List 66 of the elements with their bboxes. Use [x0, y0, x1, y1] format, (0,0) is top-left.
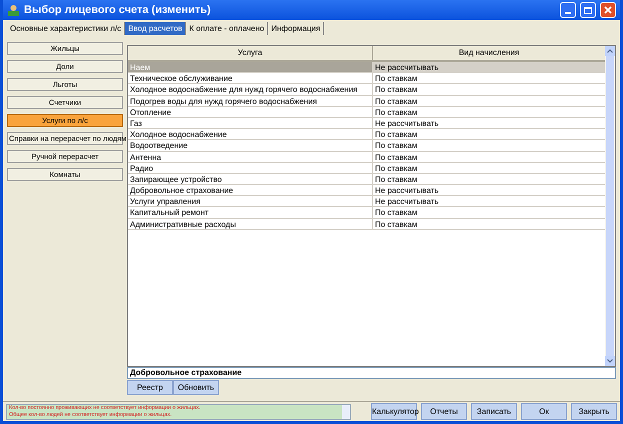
- table-cell-text: По ставкам: [374, 218, 418, 229]
- close-button[interactable]: [600, 2, 616, 18]
- table-cell: Антенна: [128, 152, 373, 162]
- tab[interactable]: К оплате - оплачено: [186, 22, 268, 35]
- maximize-button[interactable]: [580, 2, 596, 18]
- table-cell: Подогрев воды для нужд горячего водоснабжения: [128, 96, 373, 106]
- table-cell-text: По ставкам: [374, 174, 418, 184]
- table-cell-text: Не рассчитывать: [374, 62, 440, 72]
- table-cell: Капитальный ремонт: [128, 207, 373, 218]
- table-row[interactable]: Газ Не рассчитывать: [128, 118, 605, 130]
- scroll-up-icon[interactable]: [607, 49, 613, 53]
- table-cell-text: Не рассчитывать: [374, 118, 440, 128]
- table-row[interactable]: Отопление По ставкам: [128, 106, 605, 118]
- app-icon: [7, 4, 20, 16]
- window-title: Выбор лицевого счета (изменить): [24, 2, 212, 18]
- table-row[interactable]: Холодное водоснабжение По ставкам: [128, 129, 605, 140]
- detail-field[interactable]: Добровольное страхование: [127, 367, 616, 379]
- table-row[interactable]: Услуги управления Не рассчитывать: [128, 196, 605, 208]
- table-row[interactable]: Подогрев воды для нужд горячего водоснабжения По ставкам: [128, 96, 605, 107]
- table-row[interactable]: Холодное водоснабжение для нужд горячего водоснабжения По ставкам: [128, 84, 605, 96]
- table-cell: Наем: [128, 62, 373, 72]
- table-cell: Водоотведение: [128, 140, 373, 150]
- table-cell: Отопление: [128, 106, 373, 117]
- panel-button[interactable]: Обновить: [173, 380, 219, 395]
- table-row[interactable]: Запирающее устройство По ставкам: [128, 174, 605, 186]
- close-icon: [604, 6, 612, 14]
- table-row[interactable]: Добровольное страхование Не рассчитывать: [128, 185, 605, 196]
- table-row[interactable]: Радио По ставкам: [128, 162, 605, 174]
- table-cell: Холодное водоснабжение: [128, 129, 373, 140]
- table-cell: Услуги управления: [128, 196, 373, 206]
- footer-button[interactable]: Записать: [471, 403, 517, 420]
- table-cell: Газ: [128, 118, 373, 128]
- table-cell-text: По ставкам: [374, 207, 418, 218]
- footer-button[interactable]: Калькулятор: [371, 403, 417, 420]
- table-cell: Техническое обслуживание: [128, 73, 373, 84]
- tab[interactable]: Ввод расчетов: [125, 22, 186, 35]
- table-cell-text: По ставкам: [374, 84, 418, 95]
- table-cell-text: По ставкам: [374, 152, 418, 162]
- table-cell: Радио: [128, 162, 373, 173]
- column-header: Услуга: [128, 46, 373, 60]
- table-row[interactable]: Техническое обслуживание По ставкам: [128, 73, 605, 84]
- panel-button[interactable]: Реестр: [127, 380, 173, 395]
- table-row[interactable]: Антенна По ставкам: [128, 152, 605, 163]
- footer-button[interactable]: Ок: [521, 403, 567, 420]
- table-cell-text: Не рассчитывать: [374, 185, 440, 196]
- table-row[interactable]: Наем Не рассчитывать: [128, 62, 605, 74]
- table-cell: Добровольное страхование: [128, 185, 373, 196]
- scroll-down-icon[interactable]: [607, 359, 613, 363]
- table-row[interactable]: Капитальный ремонт По ставкам: [128, 207, 605, 219]
- table-cell: Административные расходы: [128, 218, 373, 229]
- column-header: Вид начисления: [458, 47, 520, 59]
- table-row[interactable]: Водоотведение По ставкам: [128, 140, 605, 152]
- table-row[interactable]: Административные расходы По ставкам: [128, 218, 605, 230]
- table-cell-text: Не рассчитывать: [374, 196, 440, 206]
- table-cell: Холодное водоснабжение для нужд горячего водоснабжения: [128, 84, 373, 95]
- table-cell-text: По ставкам: [374, 106, 418, 117]
- table-cell-text: По ставкам: [374, 96, 418, 106]
- footer-button[interactable]: Закрыть: [571, 403, 617, 420]
- table-cell-text: По ставкам: [374, 73, 418, 84]
- table-cell-text: По ставкам: [374, 140, 418, 150]
- table-cell-text: По ставкам: [374, 129, 418, 140]
- minimize-button[interactable]: [560, 2, 576, 18]
- tab[interactable]: Информация: [268, 22, 324, 35]
- table-cell: Запирающее устройство: [128, 174, 373, 184]
- table-cell-text: По ставкам: [374, 162, 418, 173]
- footer-button[interactable]: Отчеты: [421, 403, 467, 420]
